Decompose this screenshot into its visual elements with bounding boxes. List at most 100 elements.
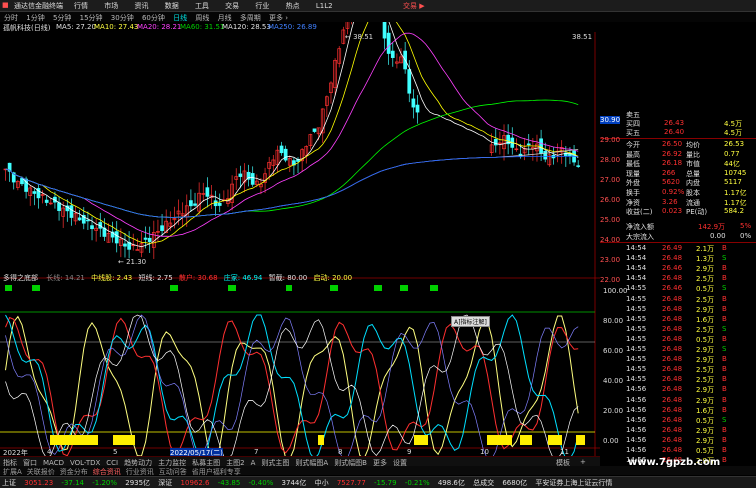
bottom-signal-bar [487,435,512,445]
candle [304,145,309,164]
price-axis-label: 24.00 [600,236,621,244]
candle [217,193,222,213]
sz-index-value[interactable]: 10962.6 [181,479,210,487]
candle [246,164,251,187]
menu-item-industry[interactable]: 行业 [255,2,269,10]
quote-stat-row: 净资 3.26 流通 1.17亿 [626,197,747,207]
ma60-line [5,99,579,218]
candle [576,160,581,168]
ma5-line [5,22,579,248]
menu-item-l1l2[interactable]: L1L2 [316,2,333,10]
menu-item-market[interactable]: 市场 [104,2,118,10]
period-tab-5min[interactable]: 5分钟 [53,14,71,22]
tick-row: 14:55 26.48 2.5万 B [626,375,727,385]
candle [415,95,420,124]
moving-average-lines [5,22,579,248]
add-tab-button[interactable]: + [580,458,586,466]
candle [498,131,502,155]
menu-item-data[interactable]: 数据 [165,2,179,10]
candle [7,162,12,182]
candle [28,185,33,206]
buy-signal-bar [330,285,338,291]
candle [73,206,78,225]
candle [123,233,127,258]
tick-row: 14:56 26.48 2.9万 B [626,395,727,405]
candle [312,128,317,134]
candle [201,182,206,202]
date-axis: 2022年 4 5 2022/05/17(二) 7 8 9 10 11 [3,448,569,458]
sh-index-value[interactable]: 3051.23 [24,479,53,487]
period-tab-more[interactable]: 更多 › [269,14,288,22]
candle [395,53,399,69]
period-tab-weekly[interactable]: 周线 [195,14,209,22]
candle [510,127,515,155]
bottom-signal-bar [113,435,135,445]
candle [502,124,506,161]
buy-signal-bar [170,285,178,291]
quote-stat-row: 最高 26.92 量比 0.77 [626,149,740,159]
buy-signal-bar [5,285,12,291]
candle [139,232,144,258]
big-inflow-row: 大宗流入 0.00 0% [626,232,752,241]
tick-row: 14:55 26.48 1.6万 B [626,314,727,324]
trade-button[interactable]: 交易 ▶ [403,1,425,11]
candle [205,177,210,208]
period-tab-1min[interactable]: 1分钟 [26,14,44,22]
period-tab-intraday[interactable]: 分时 [4,14,18,22]
kline-chart[interactable] [0,22,600,472]
tick-row: 14:55 26.48 2.9万 B [626,304,727,314]
ma10-line [5,22,579,244]
watermark: www.7gpzb.com [628,457,721,468]
buy-signal-bar [32,285,40,291]
footer-link[interactable]: 综合资讯 [93,468,121,476]
candle [127,231,131,259]
smb-index-value[interactable]: 7527.77 [337,479,366,487]
period-tab-daily[interactable]: 日线 [173,14,187,22]
tick-row: 14:55 26.48 2.5万 S [626,324,727,334]
footer-link[interactable]: 行业资讯 [126,468,154,476]
indicator-tooltip[interactable]: A]指标注解] [451,316,490,327]
candle [164,209,169,234]
period-toolbar: 分时 1分钟 5分钟 15分钟 30分钟 60分钟 日线 周线 月线 多周期 更… [0,12,756,22]
quote-stat-row: 外盘 5620 内盘 5117 [626,178,742,188]
tick-row: 14:55 26.48 2.9万 B [626,355,727,365]
candle [506,124,510,155]
candle [382,22,387,50]
indicator-retail: 散户: 30.68 [178,274,218,282]
candle [180,202,185,228]
footer-link[interactable]: 互动问答 [159,468,187,476]
tick-row: 14:55 26.48 2.9万 S [626,345,727,354]
footer-link[interactable]: 省用户福利专享 [192,468,241,476]
menu-item-news[interactable]: 资讯 [134,2,148,10]
footer-link[interactable]: 扩展A [3,468,22,476]
candlestick-series [3,22,581,259]
candle [337,46,342,68]
indicator-tabs: 指标 窗口 MACD VOL-TDX CCI 趋势动力 主力监控 私募主图 主图2 A 则式主图 则式… [0,456,600,467]
period-tab-60min[interactable]: 60分钟 [142,14,165,22]
tick-row: 14:56 26.48 2.9万 B [626,435,727,445]
menu-item-tools[interactable]: 工具 [195,2,209,10]
candle [250,166,255,187]
footer-link[interactable]: 关联报价 [27,468,55,476]
period-tab-multi[interactable]: 多周期 [240,14,261,22]
indicator-start: 启动: 20.00 [313,274,353,282]
quote-stat-row: 换手 0.92% 股本 1.17亿 [626,188,747,197]
net-inflow-row: 净流入额 142.9万 5% [626,222,752,231]
footer-link[interactable]: 资金分布 [60,468,88,476]
candle [292,157,296,176]
candle [106,223,111,243]
indicator-mid: 中线股: 2.43 [91,274,133,282]
buy-signal-bar [374,285,382,291]
period-tab-monthly[interactable]: 月线 [218,14,232,22]
menu-item-quotes[interactable]: 行情 [74,2,88,10]
tick-row: 14:54 26.48 1.3万 S [626,254,727,264]
period-tab-15min[interactable]: 15分钟 [80,14,103,22]
menu-item-trade[interactable]: 交易 [225,2,239,10]
tick-row: 14:54 26.46 2.9万 B [626,264,727,274]
candle [329,81,333,104]
menu-item-hot[interactable]: 热点 [286,2,300,10]
broker-info: 平安证券上海上证云行情 [535,479,613,487]
period-tab-30min[interactable]: 30分钟 [111,14,134,22]
candle [3,168,8,181]
tick-row: 14:55 26.48 0.5万 B [626,334,727,344]
